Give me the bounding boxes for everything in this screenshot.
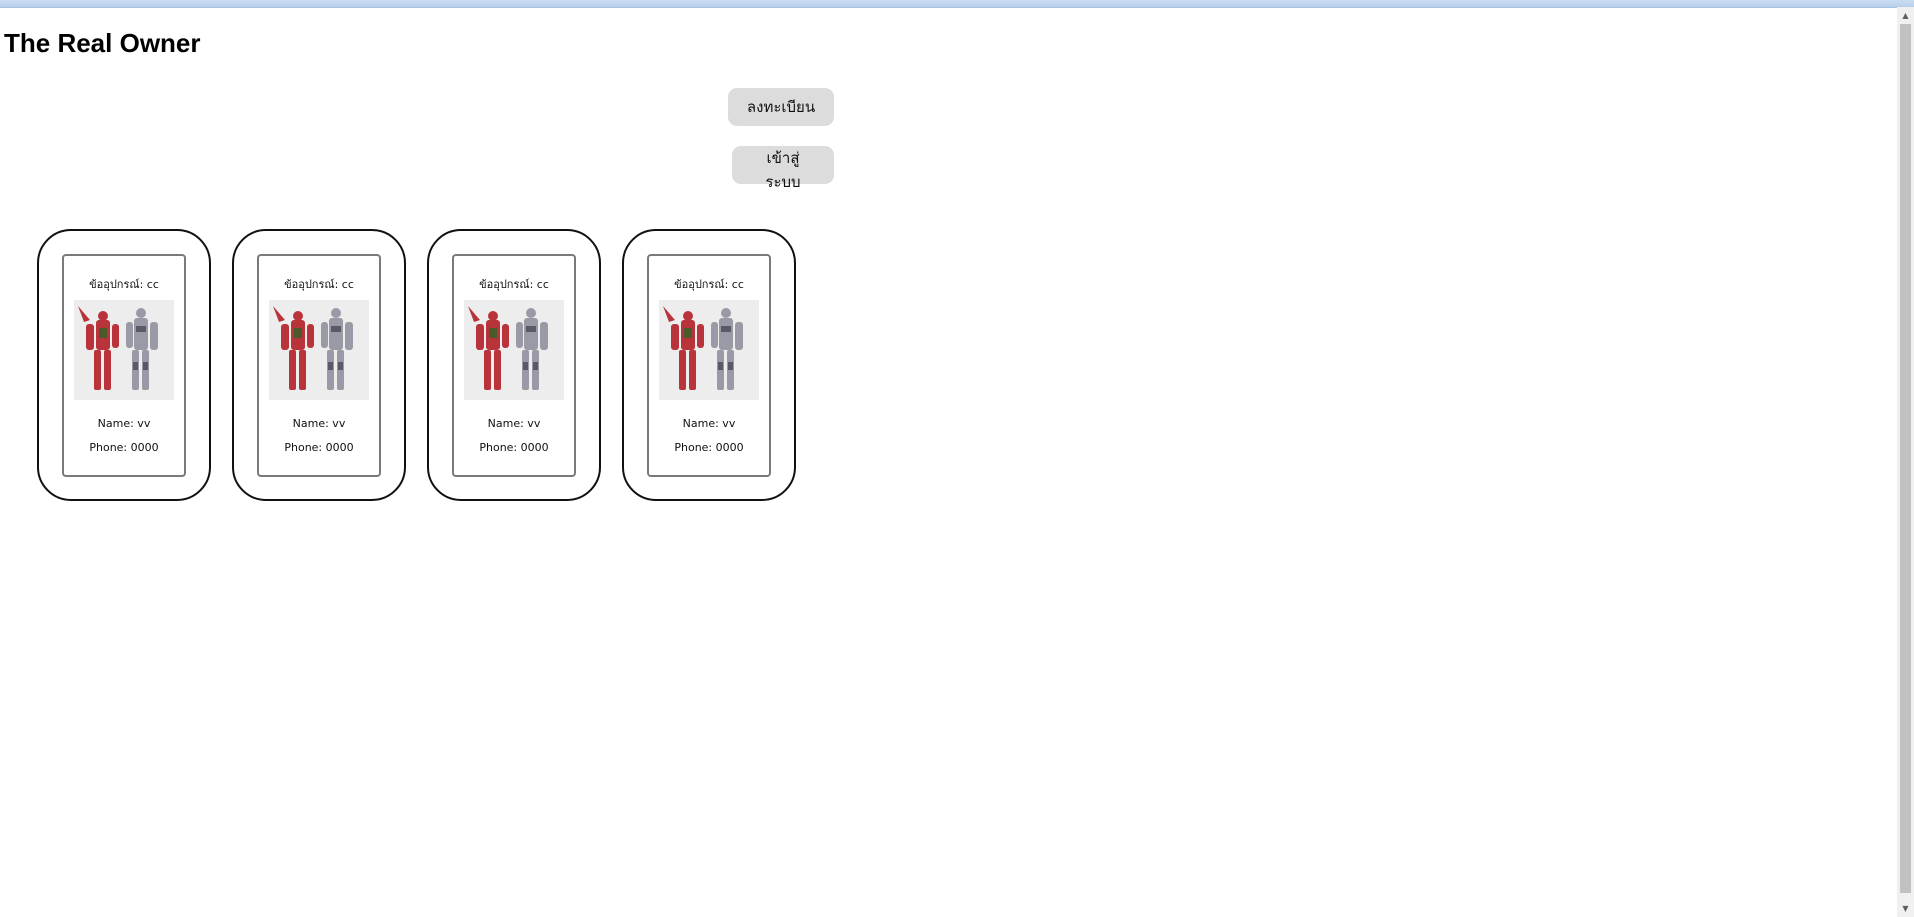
gundam-robots-image	[659, 299, 759, 400]
device-card-inner: ข้ออุปกรณ์: cc Name: vv Phone: 0000	[452, 253, 576, 477]
owner-phone: Phone: 0000	[284, 440, 354, 454]
device-label: ข้ออุปกรณ์: cc	[674, 277, 744, 291]
device-card[interactable]: ข้ออุปกรณ์: cc Name: vv Phone: 0000	[37, 229, 211, 501]
vertical-scrollbar[interactable]: ▲ ▼	[1897, 7, 1914, 917]
register-button[interactable]: ลงทะเบียน	[728, 88, 834, 126]
device-label: ข้ออุปกรณ์: cc	[479, 277, 549, 291]
owner-phone: Phone: 0000	[479, 440, 549, 454]
scroll-down-arrow-icon[interactable]: ▼	[1897, 900, 1914, 917]
owner-name: Name: vv	[487, 416, 541, 430]
scrollbar-thumb[interactable]	[1900, 24, 1911, 893]
owner-name: Name: vv	[682, 416, 736, 430]
device-card[interactable]: ข้ออุปกรณ์: cc Name: vv Phone: 0000	[427, 229, 601, 501]
gundam-robots-image	[464, 299, 564, 400]
scroll-up-arrow-icon[interactable]: ▲	[1897, 7, 1914, 24]
device-card-list: ข้ออุปกรณ์: cc Name: vv Phone: 0000 ข้ออ…	[37, 229, 796, 501]
owner-phone: Phone: 0000	[674, 440, 744, 454]
device-card[interactable]: ข้ออุปกรณ์: cc Name: vv Phone: 0000	[622, 229, 796, 501]
gundam-robots-image	[269, 299, 369, 400]
owner-name: Name: vv	[97, 416, 151, 430]
device-card-inner: ข้ออุปกรณ์: cc Name: vv Phone: 0000	[62, 253, 186, 477]
device-label: ข้ออุปกรณ์: cc	[89, 277, 159, 291]
device-card[interactable]: ข้ออุปกรณ์: cc Name: vv Phone: 0000	[232, 229, 406, 501]
owner-name: Name: vv	[292, 416, 346, 430]
page-title: The Real Owner	[4, 28, 201, 58]
owner-phone: Phone: 0000	[89, 440, 159, 454]
device-label: ข้ออุปกรณ์: cc	[284, 277, 354, 291]
device-card-inner: ข้ออุปกรณ์: cc Name: vv Phone: 0000	[257, 253, 381, 477]
login-button[interactable]: เข้าสู่ระบบ	[732, 146, 834, 191]
device-card-inner: ข้ออุปกรณ์: cc Name: vv Phone: 0000	[647, 253, 771, 477]
gundam-robots-image	[74, 299, 174, 400]
browser-top-strip	[0, 0, 1914, 8]
